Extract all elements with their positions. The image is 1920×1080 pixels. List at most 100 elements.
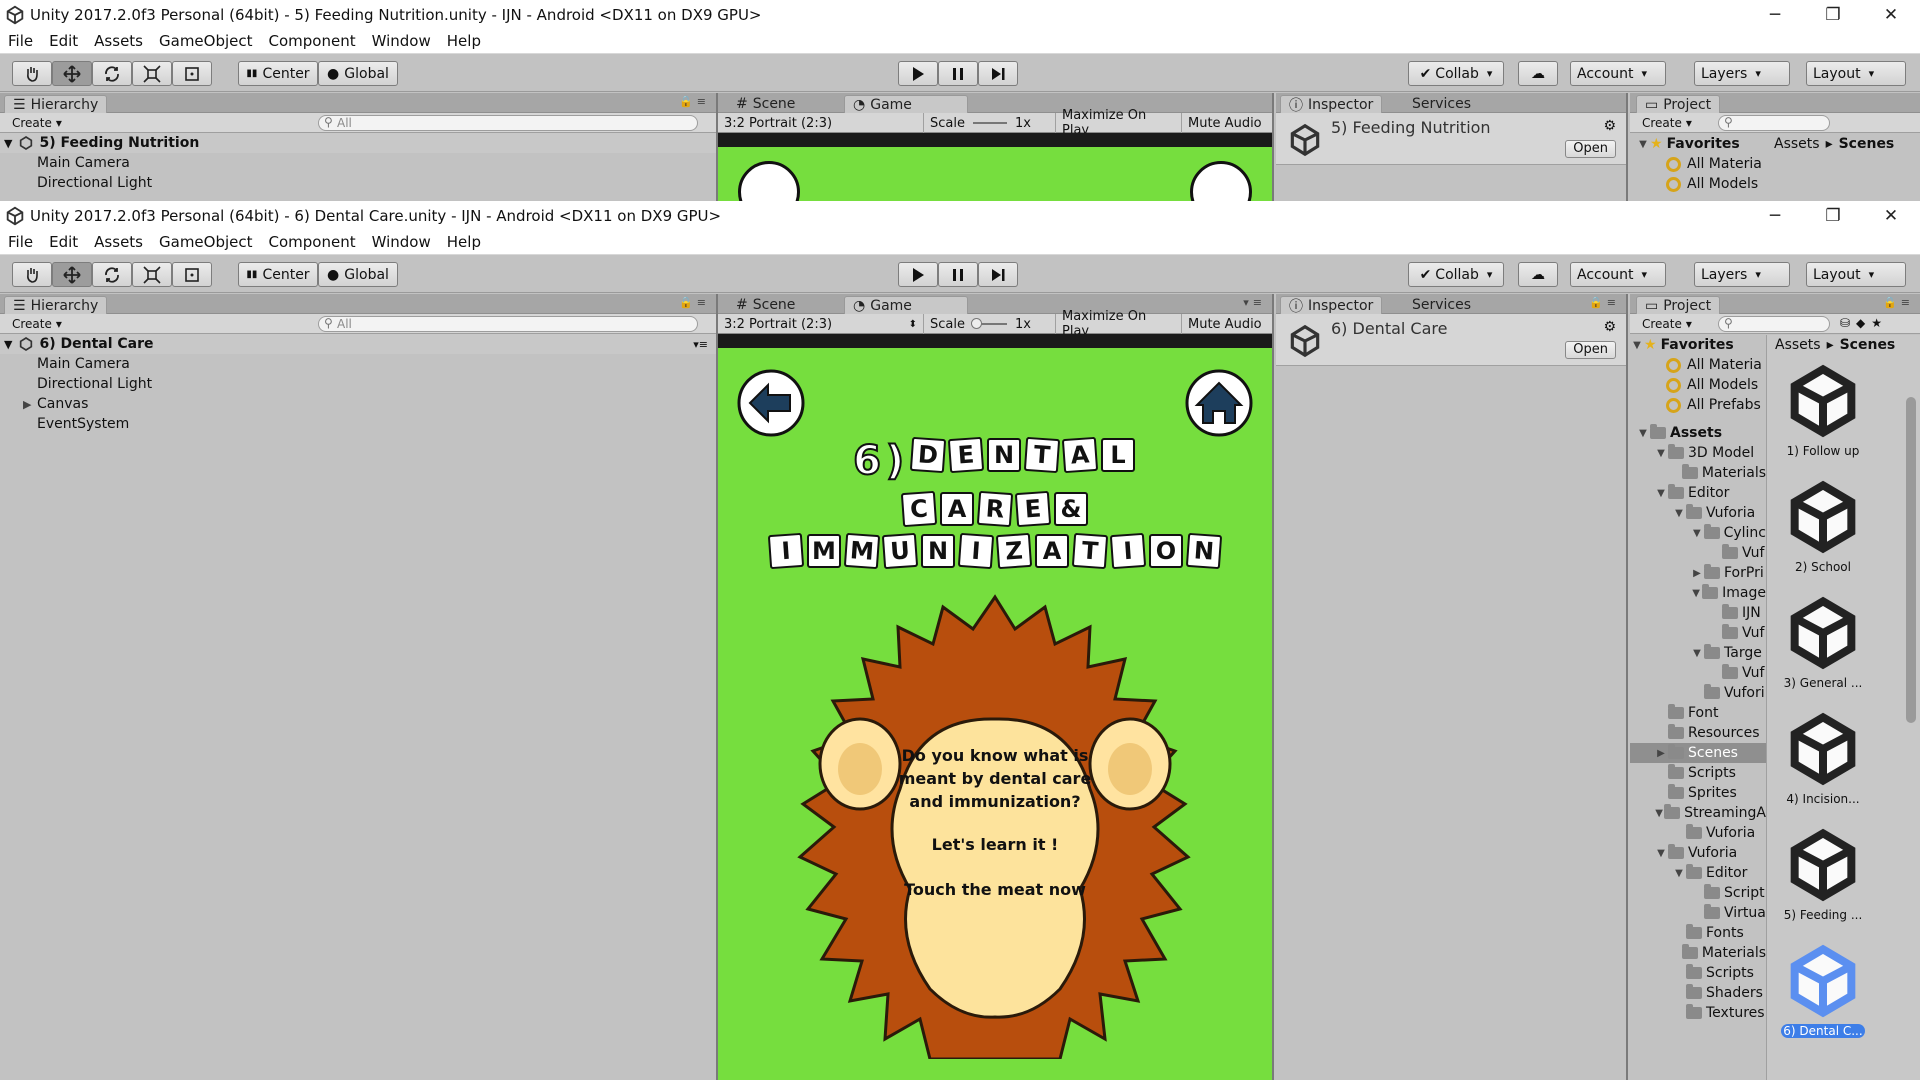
panel-lock-icon[interactable]: 🔒≡ xyxy=(1883,296,1914,309)
menu-file[interactable]: File xyxy=(0,32,41,50)
tab-scene[interactable]: # Scene xyxy=(728,95,803,113)
scene-root[interactable]: ▼ 5) Feeding Nutrition xyxy=(0,133,716,153)
rect-tool-icon[interactable] xyxy=(172,61,212,86)
expand-arrow-icon[interactable]: ▼ xyxy=(1690,648,1704,659)
hierarchy-item[interactable]: Directional Light xyxy=(0,374,716,394)
rotate-tool-icon[interactable] xyxy=(92,61,132,86)
project-search-input[interactable] xyxy=(1718,316,1830,332)
hierarchy-item[interactable]: Directional Light xyxy=(0,173,716,193)
splitter[interactable] xyxy=(1626,294,1628,1080)
favorite-item[interactable]: All Materia xyxy=(1666,154,1762,174)
menu-help[interactable]: Help xyxy=(439,32,489,50)
step-button[interactable] xyxy=(978,61,1018,86)
minimize-button[interactable]: ─ xyxy=(1746,0,1804,29)
hierarchy-item[interactable]: ▶ Canvas xyxy=(0,394,716,414)
close-button[interactable]: ✕ xyxy=(1862,201,1920,230)
open-button[interactable]: Open xyxy=(1565,341,1616,359)
folder-item[interactable]: ▼ Assets xyxy=(1630,423,1766,443)
scene-asset-tile[interactable]: 4) Incision... xyxy=(1775,709,1871,825)
scale-tool-icon[interactable] xyxy=(132,61,172,86)
menu-edit[interactable]: Edit xyxy=(41,233,86,251)
move-tool-icon[interactable] xyxy=(52,262,92,287)
space-global-button[interactable]: ● Global xyxy=(318,61,398,86)
folder-item[interactable]: Scripts xyxy=(1630,963,1766,983)
splitter[interactable] xyxy=(1272,93,1274,201)
maximize-on-play-toggle[interactable]: Maximize On Play xyxy=(1056,309,1182,339)
breadcrumb-scenes[interactable]: Scenes xyxy=(1839,136,1895,152)
hierarchy-search-input[interactable]: All xyxy=(318,316,698,332)
folder-item[interactable]: Resources xyxy=(1630,723,1766,743)
close-button[interactable]: ✕ xyxy=(1862,0,1920,29)
folder-item[interactable]: ▼ Vuforia xyxy=(1630,503,1766,523)
expand-arrow-icon[interactable]: ▼ xyxy=(1690,588,1702,599)
folder-item[interactable]: ▼ Cylinc xyxy=(1630,523,1766,543)
scale-slider[interactable]: Scale 1x xyxy=(924,314,1056,334)
gear-icon[interactable]: ⚙ xyxy=(1603,319,1616,335)
hand-tool-icon[interactable] xyxy=(12,262,52,287)
expand-arrow-icon[interactable]: ▼ xyxy=(1654,488,1668,499)
folder-item[interactable]: Vuf xyxy=(1630,543,1766,563)
touch-text[interactable]: Touch the meat now xyxy=(718,878,1272,901)
favorites-header[interactable]: ▼★All MateriaFavorites xyxy=(1636,134,1740,154)
menu-help[interactable]: Help xyxy=(439,233,489,251)
expand-arrow-icon[interactable]: ▼ xyxy=(1690,528,1704,539)
favorite-item[interactable]: All Models xyxy=(1666,174,1758,194)
tab-scene[interactable]: # Scene xyxy=(728,296,803,314)
tab-services[interactable]: Services xyxy=(1404,296,1479,314)
breadcrumb-assets[interactable]: Assets xyxy=(1774,136,1820,152)
scale-tool-icon[interactable] xyxy=(132,262,172,287)
create-dropdown[interactable]: Create ▾ xyxy=(6,114,68,131)
maximize-on-play-toggle[interactable]: Maximize On Play xyxy=(1056,108,1182,138)
favorites-header[interactable]: ▼ ★ Favorites xyxy=(1630,335,1766,355)
create-dropdown[interactable]: Create ▾ xyxy=(6,315,68,332)
expand-arrow-icon[interactable]: ▼ xyxy=(1654,808,1664,819)
breadcrumb-assets[interactable]: Assets xyxy=(1775,337,1821,353)
menu-window[interactable]: Window xyxy=(364,233,439,251)
breadcrumb-scenes[interactable]: Scenes xyxy=(1840,337,1896,353)
panel-lock-icon[interactable]: 🔒≡ xyxy=(1589,296,1620,309)
favorite-item[interactable]: All Materia xyxy=(1630,355,1766,375)
expand-arrow-icon[interactable]: ▼ xyxy=(4,338,12,351)
scene-asset-tile[interactable]: 1) Follow up xyxy=(1775,361,1871,477)
expand-arrow-icon[interactable]: ▼ xyxy=(1654,848,1668,859)
favorite-item[interactable]: All Models xyxy=(1630,375,1766,395)
layers-dropdown[interactable]: Layers xyxy=(1694,61,1790,86)
panel-lock-icon[interactable]: 🔒≡ xyxy=(679,95,710,108)
folder-item[interactable]: Virtua xyxy=(1630,903,1766,923)
collab-button[interactable]: ✔ Collab xyxy=(1408,61,1504,86)
home-icon[interactable] xyxy=(1190,161,1252,201)
pivot-center-button[interactable]: ▮▮ Center xyxy=(238,61,318,86)
tab-game[interactable]: ◔ Game xyxy=(844,296,968,314)
expand-arrow-icon[interactable]: ▶ xyxy=(23,398,31,411)
account-dropdown[interactable]: Account xyxy=(1570,262,1666,287)
mute-audio-toggle[interactable]: Mute Audio xyxy=(1182,314,1272,334)
folder-item[interactable]: Shaders xyxy=(1630,983,1766,1003)
filter-icons[interactable]: ⛁◆★ xyxy=(1840,316,1888,330)
folder-item[interactable]: Font xyxy=(1630,703,1766,723)
folder-item[interactable]: ▼ StreamingA xyxy=(1630,803,1766,823)
slider-thumb[interactable] xyxy=(970,318,982,329)
create-dropdown[interactable]: Create ▾ xyxy=(1636,315,1698,332)
back-arrow-icon[interactable] xyxy=(738,161,800,201)
tab-services[interactable]: Services xyxy=(1404,95,1479,113)
tab-inspector[interactable]: ⓘ Inspector xyxy=(1280,95,1383,114)
back-arrow-icon[interactable] xyxy=(736,368,806,438)
folder-item[interactable]: Vuf xyxy=(1630,623,1766,643)
hierarchy-item[interactable]: Main Camera xyxy=(0,354,716,374)
play-button[interactable] xyxy=(898,61,938,86)
splitter[interactable] xyxy=(1626,93,1628,201)
folder-item[interactable]: ▼ Editor xyxy=(1630,483,1766,503)
cloud-icon[interactable]: ☁ xyxy=(1518,61,1558,86)
favorite-item[interactable]: All Prefabs xyxy=(1630,395,1766,415)
expand-arrow-icon[interactable]: ▼ xyxy=(1672,508,1686,519)
cloud-icon[interactable]: ☁ xyxy=(1518,262,1558,287)
menu-assets[interactable]: Assets xyxy=(86,32,151,50)
folder-item[interactable]: ▼ Editor xyxy=(1630,863,1766,883)
folder-item[interactable]: Vuf xyxy=(1630,663,1766,683)
expand-arrow-icon[interactable]: ▶ xyxy=(1654,748,1668,759)
mute-audio-toggle[interactable]: Mute Audio xyxy=(1182,113,1272,133)
tab-hierarchy[interactable]: ☰ Hierarchy xyxy=(4,95,108,113)
folder-item[interactable]: Vufori xyxy=(1630,683,1766,703)
aspect-dropdown[interactable]: 3:2 Portrait (2:3) xyxy=(718,113,924,133)
folder-item[interactable]: Script xyxy=(1630,883,1766,903)
